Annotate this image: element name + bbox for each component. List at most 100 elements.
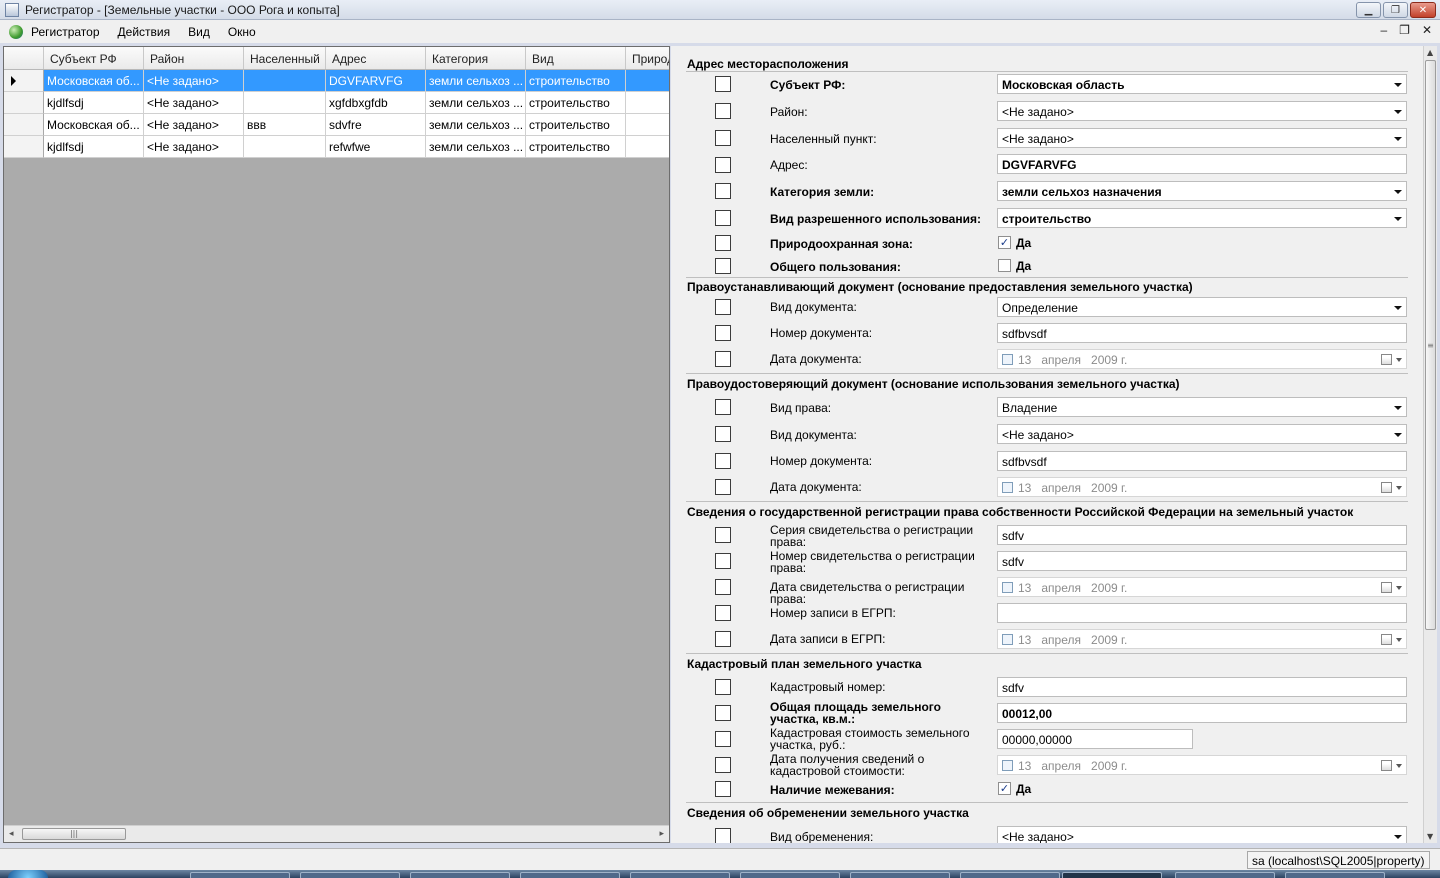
field-checkbox[interactable] (715, 553, 731, 569)
taskbar-button[interactable] (300, 872, 400, 878)
field-checkbox[interactable] (715, 679, 731, 695)
cost-date-picker[interactable]: 13 апреля 2009 г. (997, 755, 1407, 775)
calendar-icon[interactable] (1381, 354, 1392, 365)
table-row[interactable]: Московская об... <Не задано> ввв sdvfre … (4, 114, 669, 136)
field-checkbox[interactable] (715, 103, 731, 119)
field-checkbox[interactable] (715, 705, 731, 721)
grid-cell[interactable] (244, 92, 326, 114)
grid-cell[interactable]: строительство (526, 92, 626, 114)
grid-cell[interactable]: ввв (244, 114, 326, 136)
field-checkbox[interactable] (715, 325, 731, 341)
field-checkbox[interactable] (715, 235, 731, 251)
grid-cell[interactable]: Московская об... (44, 70, 144, 92)
row-header[interactable] (4, 70, 44, 92)
menu-view[interactable]: Вид (188, 25, 210, 39)
field-checkbox[interactable] (715, 781, 731, 797)
grid-cell[interactable]: земли сельхоз ... (426, 70, 526, 92)
cadastral-cost-input[interactable]: 00000,00000 (997, 729, 1193, 749)
field-checkbox[interactable] (715, 527, 731, 543)
taskbar-button[interactable] (410, 872, 510, 878)
table-row[interactable]: kjdlfsdj <Не задано> refwfwe земли сельх… (4, 136, 669, 158)
doc-type-select[interactable]: Определение (997, 297, 1407, 317)
cert-doc-type-select[interactable]: <Не задано> (997, 424, 1407, 444)
taskbar-button[interactable] (190, 872, 290, 878)
start-orb-icon[interactable] (8, 870, 48, 878)
field-checkbox[interactable] (715, 76, 731, 92)
nature-zone-checkbox[interactable]: ✓ (998, 236, 1011, 249)
column-header[interactable]: Вид (526, 47, 626, 69)
grid-cell[interactable]: строительство (526, 114, 626, 136)
field-checkbox[interactable] (715, 258, 731, 274)
locality-select[interactable]: <Не задано> (997, 128, 1407, 148)
scroll-down-icon[interactable]: ▼ (1427, 832, 1433, 841)
taskbar-button[interactable] (630, 872, 730, 878)
area-input[interactable]: 00012,00 (997, 703, 1407, 723)
field-checkbox[interactable] (715, 210, 731, 226)
grid-cell[interactable] (626, 114, 669, 136)
menu-registrator[interactable]: Регистратор (31, 25, 100, 39)
egrp-date-picker[interactable]: 13 апреля 2009 г. (997, 629, 1407, 649)
doc-date-picker[interactable]: 13 апреля 2009 г. (997, 349, 1407, 369)
right-type-select[interactable]: Владение (997, 397, 1407, 417)
date-enable-checkbox[interactable] (1002, 482, 1013, 493)
calendar-icon[interactable] (1381, 760, 1392, 771)
field-checkbox[interactable] (715, 631, 731, 647)
taskbar-button-active[interactable] (1062, 872, 1162, 878)
row-header[interactable] (4, 136, 44, 158)
grid-cell[interactable]: земли сельхоз ... (426, 92, 526, 114)
field-checkbox[interactable] (715, 183, 731, 199)
field-checkbox[interactable] (715, 130, 731, 146)
scrollbar-thumb[interactable]: ≡ (1425, 60, 1436, 630)
grid-cell[interactable] (244, 136, 326, 158)
date-enable-checkbox[interactable] (1002, 634, 1013, 645)
calendar-icon[interactable] (1381, 582, 1392, 593)
grid-cell[interactable] (626, 92, 669, 114)
field-checkbox[interactable] (715, 731, 731, 747)
grid-cell[interactable]: <Не задано> (144, 136, 244, 158)
column-header[interactable]: Природ (626, 47, 669, 69)
date-enable-checkbox[interactable] (1002, 582, 1013, 593)
column-header[interactable]: Субъект РФ (44, 47, 144, 69)
date-enable-checkbox[interactable] (1002, 354, 1013, 365)
column-header[interactable]: Населенный (244, 47, 326, 69)
grid-cell[interactable]: <Не задано> (144, 92, 244, 114)
grid-cell[interactable] (244, 70, 326, 92)
cadastral-number-input[interactable]: sdfv (997, 677, 1407, 697)
field-checkbox[interactable] (715, 579, 731, 595)
maximize-button[interactable]: ❐ (1383, 2, 1408, 18)
menu-window[interactable]: Окно (228, 25, 256, 39)
survey-checkbox[interactable]: ✓ (998, 782, 1011, 795)
use-select[interactable]: строительство (997, 208, 1407, 228)
grid-cell[interactable]: kjdlfsdj (44, 136, 144, 158)
field-checkbox[interactable] (715, 828, 731, 843)
mdi-restore-icon[interactable]: ❐ (1399, 23, 1410, 37)
field-checkbox[interactable] (715, 453, 731, 469)
field-checkbox[interactable] (715, 757, 731, 773)
cert-doc-date-picker[interactable]: 13 апреля 2009 г. (997, 477, 1407, 497)
globe-icon[interactable] (9, 24, 23, 39)
column-header[interactable]: Район (144, 47, 244, 69)
minimize-button[interactable]: ▁ (1356, 2, 1381, 18)
cert-doc-number-input[interactable]: sdfbvsdf (997, 451, 1407, 471)
grid-cell[interactable]: xgfdbxgfdb (326, 92, 426, 114)
field-checkbox[interactable] (715, 479, 731, 495)
grid-cell[interactable]: <Не задано> (144, 70, 244, 92)
taskbar-button[interactable] (520, 872, 620, 878)
horizontal-scrollbar[interactable]: ◂ ||| ▸ (4, 825, 669, 842)
grid-cell[interactable]: sdvfre (326, 114, 426, 136)
field-checkbox[interactable] (715, 399, 731, 415)
field-checkbox[interactable] (715, 157, 731, 173)
common-use-checkbox[interactable] (998, 259, 1011, 272)
grid-cell[interactable]: DGVFARVFG (326, 70, 426, 92)
taskbar-button[interactable] (960, 872, 1060, 878)
grid-cell[interactable] (626, 70, 669, 92)
date-enable-checkbox[interactable] (1002, 760, 1013, 771)
scroll-right-icon[interactable]: ▸ (659, 829, 664, 839)
taskbar-button[interactable] (1285, 872, 1385, 878)
field-checkbox[interactable] (715, 426, 731, 442)
column-header[interactable]: Категория (426, 47, 526, 69)
grid-cell[interactable]: kjdlfsdj (44, 92, 144, 114)
taskbar-button[interactable] (1175, 872, 1275, 878)
grid-cell[interactable] (626, 136, 669, 158)
mdi-minimize-icon[interactable]: – (1380, 23, 1387, 37)
